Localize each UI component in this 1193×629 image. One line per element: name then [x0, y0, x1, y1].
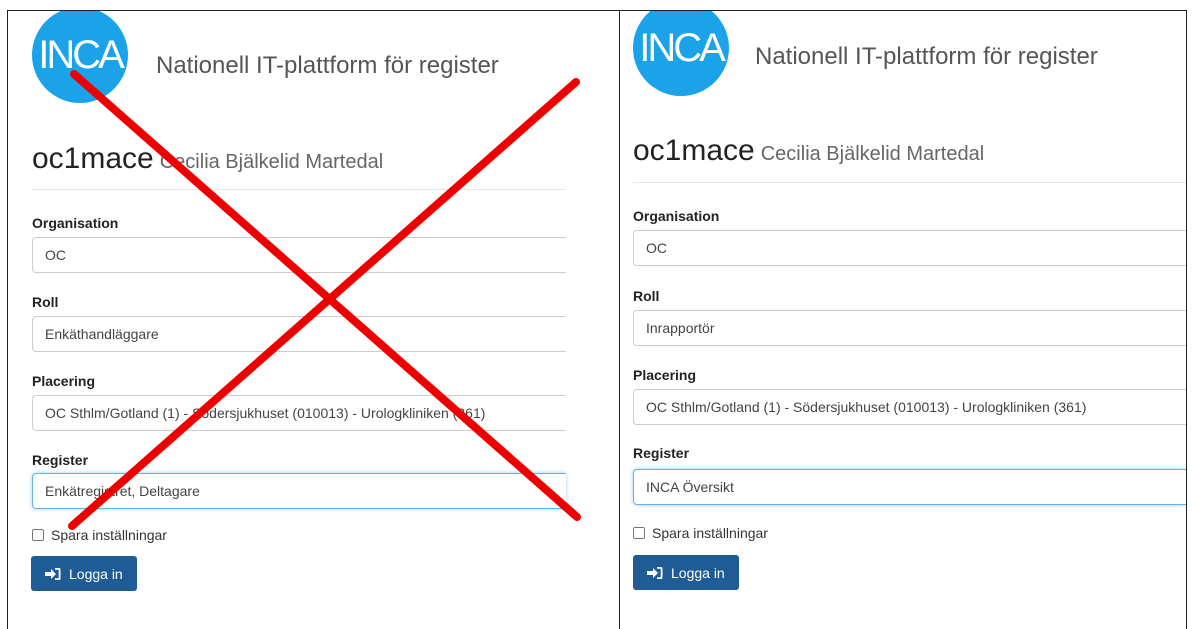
- login-label: Logga in: [671, 564, 725, 581]
- heading-separator: [633, 182, 1186, 183]
- login-label: Logga in: [69, 565, 123, 582]
- remember-label: Spara inställningar: [51, 527, 167, 543]
- role-label: Roll: [32, 294, 59, 310]
- login-button[interactable]: Logga in: [31, 556, 137, 591]
- organisation-label: Organisation: [633, 208, 720, 224]
- organisation-select[interactable]: OC: [633, 230, 1186, 266]
- user-id: oc1mace: [633, 134, 755, 167]
- register-label: Register: [633, 445, 690, 461]
- user-heading: oc1mace Cecilia Bjälkelid Martedal: [633, 134, 984, 168]
- user-full-name: Cecilia Bjälkelid Martedal: [760, 143, 985, 165]
- placement-label: Placering: [32, 373, 96, 389]
- logo-text: INCA: [38, 32, 125, 77]
- inca-logo: INCA: [633, 11, 729, 96]
- register-label: Register: [32, 452, 89, 468]
- user-heading: oc1mace Cecilia Bjälkelid Martedal: [32, 142, 383, 176]
- sign-in-icon: [647, 566, 663, 579]
- remember-checkbox[interactable]: [32, 529, 44, 541]
- user-full-name: Cecilia Bjälkelid Martedal: [159, 151, 384, 173]
- role-label: Roll: [633, 288, 660, 304]
- placement-select[interactable]: OC Sthlm/Gotland (1) - Södersjukhuset (0…: [32, 395, 566, 431]
- inca-logo: INCA: [32, 11, 128, 103]
- role-select[interactable]: Inrapportör: [633, 310, 1186, 346]
- organisation-label: Organisation: [32, 215, 119, 231]
- organisation-select[interactable]: OC: [32, 237, 566, 273]
- remember-label: Spara inställningar: [652, 525, 768, 541]
- placement-select[interactable]: OC Sthlm/Gotland (1) - Södersjukhuset (0…: [633, 389, 1186, 425]
- sign-in-icon: [45, 567, 61, 580]
- heading-separator: [32, 189, 566, 190]
- remember-settings[interactable]: Spara inställningar: [32, 527, 167, 543]
- role-select[interactable]: Enkäthandläggare: [32, 316, 566, 352]
- remember-settings[interactable]: Spara inställningar: [633, 525, 768, 541]
- logo-text: INCA: [639, 25, 726, 70]
- placement-label: Placering: [633, 367, 697, 383]
- register-select[interactable]: Enkätregistret, Deltagare: [32, 473, 566, 509]
- login-panel-left: INCA Nationell IT-plattform för register…: [8, 11, 619, 629]
- login-button[interactable]: Logga in: [633, 555, 739, 590]
- cross-line-1: [70, 70, 581, 521]
- user-id: oc1mace: [32, 142, 154, 175]
- login-panel-right: INCA Nationell IT-plattform för register…: [620, 11, 1186, 629]
- remember-checkbox[interactable]: [633, 527, 645, 539]
- platform-title: Nationell IT-plattform för register: [156, 52, 499, 79]
- register-select[interactable]: INCA Översikt: [633, 469, 1186, 505]
- platform-title: Nationell IT-plattform för register: [755, 43, 1098, 70]
